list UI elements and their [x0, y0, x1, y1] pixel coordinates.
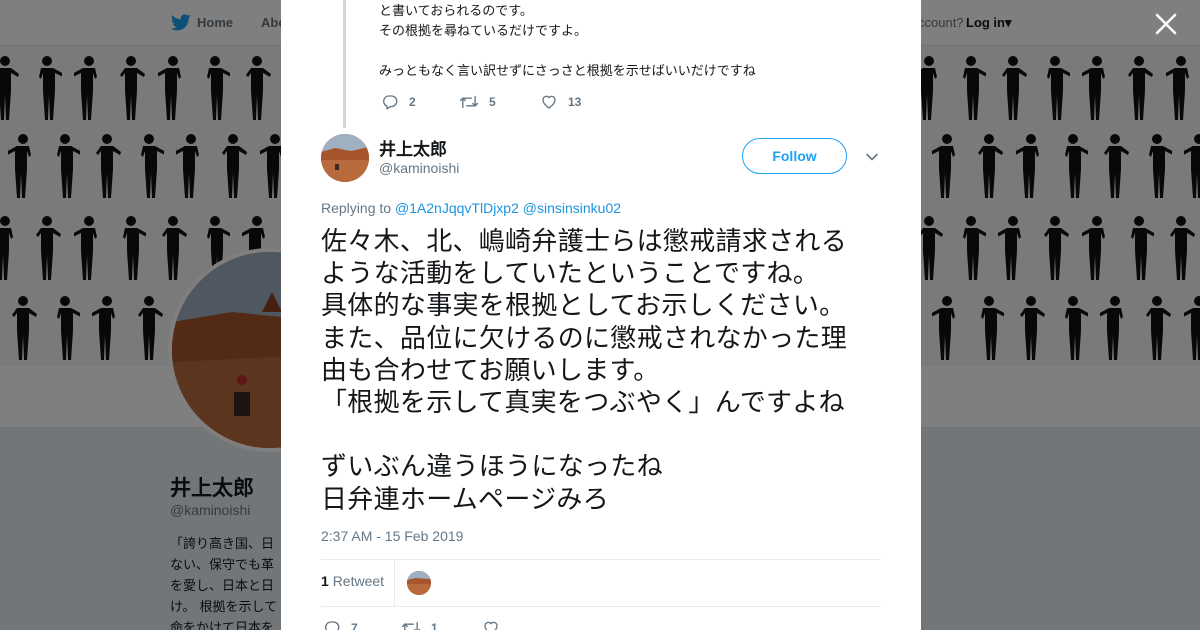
divider	[321, 559, 881, 560]
like-button[interactable]: 13	[540, 92, 581, 112]
previous-tweet-text: と書いておられるのです。 その根拠を尋ねているだけですよ。 みっともなく言い訳せ…	[379, 2, 756, 82]
heart-icon	[484, 621, 498, 630]
retweeter-avatar[interactable]	[407, 571, 431, 595]
tweet-line: ような活動をしていたということですね。	[321, 259, 820, 290]
author-handle[interactable]: @kaminoishi	[379, 160, 459, 176]
retweet-button[interactable]: 5	[459, 92, 496, 112]
tweet-line: 日弁連ホームページみろ	[321, 484, 610, 515]
thread-connector-line	[343, 0, 346, 128]
retweet-count: 1	[431, 621, 438, 630]
tweet-line	[321, 419, 901, 451]
tweet-line: また、品位に欠けるのに懲戒されなかった理	[321, 323, 848, 354]
reply-count: 7	[351, 621, 358, 630]
replying-to: Replying to @1A2nJqqvTlDjxp2 @sinsinsink…	[321, 200, 621, 216]
retweet-icon	[401, 621, 421, 630]
tweet-line: 具体的な事実を根拠としてお示しください。	[321, 291, 846, 322]
chevron-down-icon[interactable]	[865, 150, 879, 164]
previous-tweet-line	[379, 42, 756, 62]
previous-tweet-line: みっともなく言い訳せずにさっさと根拠を示せばいいだけですね	[379, 64, 756, 79]
divider	[321, 606, 881, 607]
mention-link[interactable]: @sinsinsinku02	[523, 200, 621, 216]
tweet-line: 由も合わせてお願いします。	[321, 355, 660, 386]
replying-prefix: Replying to	[321, 200, 392, 216]
tweet-line: ずいぶん違うほうになったね	[321, 452, 663, 483]
like-button[interactable]	[482, 618, 510, 630]
retweet-button[interactable]: 1	[401, 618, 438, 630]
close-icon[interactable]	[1153, 11, 1179, 37]
reply-button[interactable]: 7	[323, 618, 358, 630]
author-name[interactable]: 井上太郎	[379, 135, 447, 160]
previous-tweet-line: その根拠を尋ねているだけですよ。	[379, 24, 588, 39]
reply-icon	[383, 95, 398, 110]
retweet-icon	[459, 95, 479, 109]
reply-count: 2	[409, 95, 416, 109]
author-avatar[interactable]	[321, 134, 369, 182]
desert-landscape-image	[321, 134, 369, 182]
tweet-modal: と書いておられるのです。 その根拠を尋ねているだけですよ。 みっともなく言い訳せ…	[281, 0, 921, 630]
like-count: 13	[568, 95, 582, 109]
mention-link[interactable]: @1A2nJqqvTlDjxp2	[395, 200, 519, 216]
retweet-count: 5	[489, 95, 496, 109]
desert-landscape-image	[407, 571, 431, 595]
heart-icon	[542, 95, 556, 109]
previous-tweet-line: と書いておられるのです。	[379, 4, 533, 19]
stats-separator	[394, 560, 395, 606]
tweet-line: 佐々木、北、嶋崎弁護士らは懲戒請求される	[321, 227, 848, 257]
tweet-text: 佐々木、北、嶋崎弁護士らは懲戒請求される ような活動をしていたということですね。…	[321, 226, 901, 516]
follow-button[interactable]: Follow	[742, 138, 847, 174]
retweet-stat-label: Retweet	[332, 573, 385, 589]
reply-icon	[325, 621, 340, 630]
tweet-timestamp[interactable]: 2:37 AM - 15 Feb 2019	[321, 528, 463, 544]
tweet-line: 「根拠を示して真実をつぶやく」んですよね	[321, 387, 845, 418]
retweet-stat-count: 1	[321, 573, 329, 589]
reply-button[interactable]: 2	[381, 92, 416, 112]
retweet-stats[interactable]: 1 Retweet	[321, 573, 384, 589]
